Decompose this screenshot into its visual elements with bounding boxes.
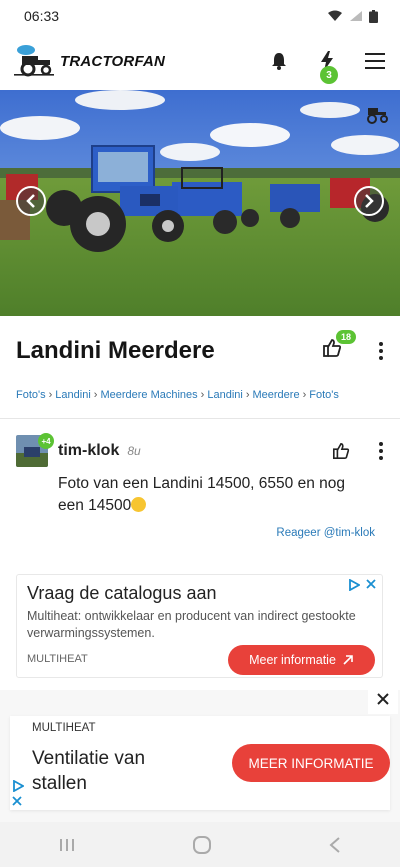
dot-icon bbox=[379, 342, 383, 346]
menu-button[interactable] bbox=[362, 48, 388, 74]
like-button[interactable]: 18 bbox=[322, 330, 356, 364]
close-icon bbox=[366, 579, 376, 589]
status-time: 06:33 bbox=[24, 8, 60, 24]
avatar-badge: +4 bbox=[38, 433, 54, 449]
breadcrumb-separator: › bbox=[93, 389, 98, 401]
wifi-icon bbox=[328, 10, 342, 21]
ad-choices-icon bbox=[13, 779, 25, 793]
title-actions: 18 bbox=[322, 330, 384, 364]
reply-link[interactable]: Reageer @tim-klok bbox=[276, 527, 375, 539]
dot-icon bbox=[379, 456, 383, 460]
sticky-ad-banner[interactable]: MULTIHEAT Ventilatie van stallen MEER IN… bbox=[10, 716, 390, 810]
comment-username[interactable]: tim-klok bbox=[58, 442, 119, 460]
sticky-ad-brand: MULTIHEAT bbox=[32, 722, 96, 734]
chevron-left-icon bbox=[26, 194, 35, 208]
status-icons bbox=[327, 9, 378, 23]
sticky-ad-title[interactable]: Ventilatie van stallen bbox=[32, 746, 202, 796]
chevron-right-icon bbox=[365, 194, 374, 208]
likes-count-badge: 18 bbox=[336, 330, 356, 344]
page: 06:33 TRACTORFAN 3 Landini Meerdere 18 F… bbox=[0, 0, 400, 867]
laughing-emoji-icon bbox=[131, 497, 147, 512]
ad-choices-icon bbox=[349, 579, 360, 591]
bell-icon bbox=[272, 53, 286, 70]
tractor-logo-icon bbox=[14, 45, 54, 77]
thumbs-up-icon[interactable] bbox=[332, 442, 350, 460]
comment-time: 8u bbox=[127, 444, 141, 458]
comment-header: +4 tim-klok 8u bbox=[16, 433, 384, 467]
carousel-prev-button[interactable] bbox=[16, 186, 46, 216]
breadcrumb-link[interactable]: Meerdere bbox=[253, 389, 300, 401]
ad-brand: MULTIHEAT bbox=[27, 653, 88, 665]
sticky-ad: MULTIHEAT Ventilatie van stallen MEER IN… bbox=[0, 684, 400, 822]
ad-card[interactable]: Vraag de catalogus aan Multiheat: ontwik… bbox=[16, 574, 383, 678]
brand-name: TRACTORFAN bbox=[60, 52, 166, 70]
comment-body: Foto van een Landini 14500, 6550 en nog … bbox=[58, 473, 368, 517]
title-row: Landini Meerdere 18 bbox=[0, 320, 400, 382]
arrow-up-right-icon bbox=[343, 655, 353, 665]
ad-title[interactable]: Vraag de catalogus aan bbox=[27, 583, 372, 604]
signal-icon bbox=[350, 11, 362, 21]
sticky-ad-choices[interactable] bbox=[12, 779, 25, 810]
ad-choices[interactable] bbox=[348, 579, 376, 591]
photo-carousel[interactable] bbox=[0, 90, 400, 316]
breadcrumb-link[interactable]: Meerdere Machines bbox=[100, 389, 197, 401]
page-title: Landini Meerdere bbox=[16, 337, 215, 364]
hamburger-icon bbox=[365, 53, 385, 69]
tractor-logo-icon bbox=[367, 108, 388, 124]
breadcrumb-separator: › bbox=[48, 389, 53, 401]
sticky-ad-close-button[interactable] bbox=[368, 684, 398, 714]
breadcrumb: Foto's › Landini › Meerdere Machines › Land… bbox=[0, 382, 400, 408]
ad-cta-button[interactable]: Meer informatie bbox=[228, 645, 375, 675]
site-logo[interactable]: TRACTORFAN bbox=[12, 44, 165, 78]
back-icon[interactable] bbox=[328, 836, 342, 853]
breadcrumb-link[interactable]: Landini bbox=[55, 389, 90, 401]
status-bar: 06:33 bbox=[0, 0, 400, 32]
dot-icon bbox=[379, 356, 383, 360]
comment: +4 tim-klok 8u Foto van een Landini 1450… bbox=[0, 419, 400, 549]
close-icon bbox=[377, 693, 389, 705]
system-nav-bar bbox=[0, 822, 400, 867]
more-options-button[interactable] bbox=[378, 342, 384, 360]
activity-button[interactable]: 3 bbox=[314, 48, 340, 84]
tractor-photo bbox=[0, 90, 400, 316]
watermark bbox=[360, 104, 390, 129]
battery-icon bbox=[369, 9, 378, 23]
breadcrumb-link[interactable]: Foto's bbox=[16, 389, 46, 401]
ad-cta-label: Meer informatie bbox=[249, 653, 336, 667]
app-header: TRACTORFAN 3 bbox=[0, 32, 400, 90]
carousel-next-button[interactable] bbox=[354, 186, 384, 216]
recent-apps-icon[interactable] bbox=[58, 837, 76, 853]
comment-actions bbox=[332, 442, 384, 460]
activity-badge: 3 bbox=[320, 66, 338, 84]
close-icon bbox=[12, 796, 22, 806]
breadcrumb-separator: › bbox=[302, 389, 307, 401]
dot-icon bbox=[379, 349, 383, 353]
ad-description: Multiheat: ontwikkelaar en producent van… bbox=[27, 609, 356, 640]
comment-options-button[interactable] bbox=[378, 442, 384, 460]
home-icon[interactable] bbox=[192, 835, 212, 855]
breadcrumb-separator: › bbox=[245, 389, 250, 401]
breadcrumb-link[interactable]: Landini bbox=[207, 389, 242, 401]
dot-icon bbox=[379, 449, 383, 453]
breadcrumb-link[interactable]: Foto's bbox=[309, 389, 339, 401]
dot-icon bbox=[379, 442, 383, 446]
breadcrumb-separator: › bbox=[200, 389, 205, 401]
header-actions: 3 bbox=[266, 48, 388, 84]
comment-text: Foto van een Landini 14500, 6550 en nog … bbox=[58, 475, 345, 514]
sticky-ad-cta-button[interactable]: MEER INFORMATIE bbox=[232, 744, 390, 782]
notifications-button[interactable] bbox=[266, 48, 292, 74]
